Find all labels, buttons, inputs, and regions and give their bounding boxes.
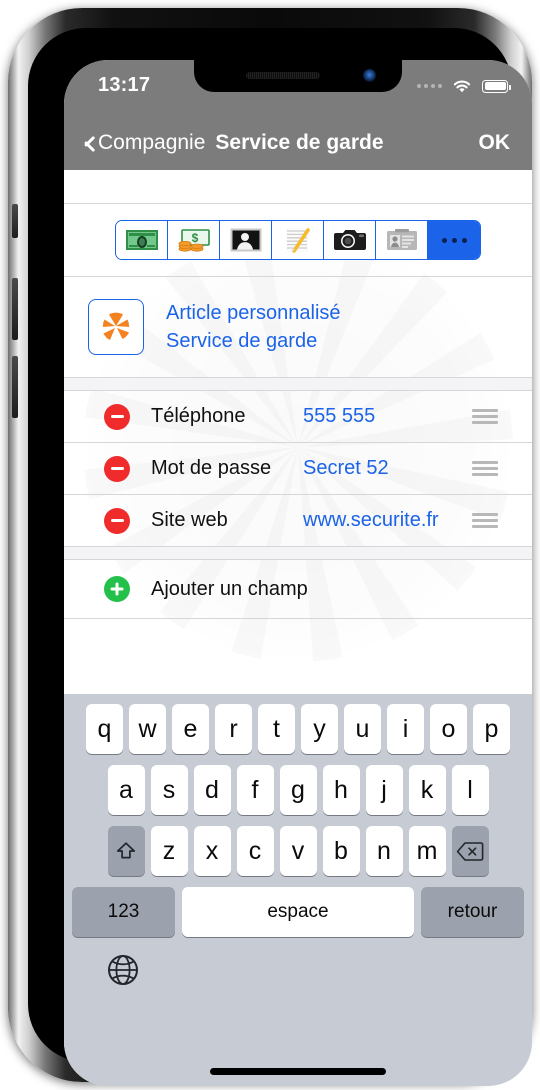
orange-pinwheel-icon xyxy=(88,299,144,355)
minus-circle-icon[interactable] xyxy=(104,403,130,430)
section-gap xyxy=(64,378,532,390)
key-d[interactable]: d xyxy=(193,765,231,815)
key-t[interactable]: t xyxy=(258,704,295,754)
key-l[interactable]: l xyxy=(451,765,489,815)
custom-item-texts: Article personnalisé Service de garde xyxy=(166,302,341,353)
key-e[interactable]: e xyxy=(172,704,209,754)
keyboard-row-1: qwertyuiop xyxy=(64,704,532,754)
table-row[interactable]: Téléphone 555 555 xyxy=(64,391,532,442)
key-v[interactable]: v xyxy=(279,826,317,876)
table-row[interactable]: Mot de passe Secret 52 xyxy=(64,443,532,494)
key-j[interactable]: j xyxy=(365,765,403,815)
key-a[interactable]: a xyxy=(107,765,145,815)
field-value[interactable]: Secret 52 xyxy=(303,457,389,480)
content-area: $ Article personnalisé Service de garde … xyxy=(64,170,532,694)
table-row[interactable]: Site web www.securite.fr xyxy=(64,495,532,546)
back-button-label: Compagnie xyxy=(98,131,206,154)
notepad-pencil-icon[interactable] xyxy=(272,221,324,259)
field-label: Site web xyxy=(151,509,228,531)
key-m[interactable]: m xyxy=(408,826,446,876)
key-r[interactable]: r xyxy=(215,704,252,754)
icon-toolbar-container: $ xyxy=(64,204,532,276)
numbers-key[interactable]: 123 xyxy=(72,887,175,937)
key-f[interactable]: f xyxy=(236,765,274,815)
navigation-bar: Compagnie Service de garde OK xyxy=(64,116,532,170)
key-k[interactable]: k xyxy=(408,765,446,815)
signal-dots-icon xyxy=(417,84,442,88)
reorder-handle-icon[interactable] xyxy=(472,513,498,528)
key-p[interactable]: p xyxy=(473,704,510,754)
add-field-row[interactable]: Ajouter un champ xyxy=(64,560,532,618)
key-o[interactable]: o xyxy=(430,704,467,754)
key-b[interactable]: b xyxy=(322,826,360,876)
back-button[interactable]: Compagnie xyxy=(80,131,205,155)
field-label: Mot de passe xyxy=(151,457,272,479)
more-dots-icon[interactable] xyxy=(428,221,480,259)
space-key[interactable]: espace xyxy=(182,887,414,937)
key-c[interactable]: c xyxy=(236,826,274,876)
minus-circle-icon[interactable] xyxy=(104,455,130,482)
key-s[interactable]: s xyxy=(150,765,188,815)
status-time: 13:17 xyxy=(98,74,151,96)
field-value[interactable]: www.securite.fr xyxy=(303,509,439,532)
volume-up-button[interactable] xyxy=(12,278,18,340)
status-indicators xyxy=(417,78,511,94)
shift-up-arrow-icon xyxy=(116,842,136,859)
key-w[interactable]: w xyxy=(129,704,166,754)
reorder-handle-icon[interactable] xyxy=(472,461,498,476)
keyboard-bottom-row xyxy=(64,937,532,1003)
phone-body: 13:17 Compagnie Service de garde OK $ Ar… xyxy=(28,28,532,1086)
backspace-delete-icon xyxy=(456,841,484,861)
page-title: Service de garde xyxy=(215,131,384,154)
field-label: Téléphone xyxy=(151,405,246,427)
backspace-key[interactable] xyxy=(451,826,489,876)
on-screen-keyboard: qwertyuiop asdfghjkl zxcvbnm 123 espace … xyxy=(64,694,532,1086)
keyboard-row-4: 123 espace retour xyxy=(64,887,532,937)
minus-circle-icon[interactable] xyxy=(104,507,130,534)
phone-screen: 13:17 Compagnie Service de garde OK $ Ar… xyxy=(64,60,532,1086)
section-gap xyxy=(64,547,532,559)
phone-frame: 13:17 Compagnie Service de garde OK $ Ar… xyxy=(8,8,532,1086)
reorder-handle-icon[interactable] xyxy=(472,409,498,424)
done-button[interactable]: OK xyxy=(479,131,511,155)
key-z[interactable]: z xyxy=(150,826,188,876)
speaker-grille xyxy=(246,72,320,79)
return-key[interactable]: retour xyxy=(421,887,524,937)
key-i[interactable]: i xyxy=(387,704,424,754)
key-h[interactable]: h xyxy=(322,765,360,815)
money-coins-icon[interactable]: $ xyxy=(168,221,220,259)
key-g[interactable]: g xyxy=(279,765,317,815)
camera-icon[interactable] xyxy=(324,221,376,259)
key-q[interactable]: q xyxy=(86,704,123,754)
custom-item-header[interactable]: Article personnalisé Service de garde xyxy=(64,277,532,377)
globe-language-icon[interactable] xyxy=(106,953,140,987)
custom-item-type: Article personnalisé xyxy=(166,301,341,324)
id-card-icon[interactable] xyxy=(376,221,428,259)
icon-toolbar[interactable]: $ xyxy=(115,220,481,260)
plus-circle-icon[interactable] xyxy=(104,576,130,602)
front-camera-icon xyxy=(363,69,376,82)
key-y[interactable]: y xyxy=(301,704,338,754)
key-n[interactable]: n xyxy=(365,826,403,876)
svg-text:$: $ xyxy=(191,231,198,245)
chevron-left-icon xyxy=(80,132,93,154)
key-x[interactable]: x xyxy=(193,826,231,876)
custom-item-name: Service de garde xyxy=(166,329,318,352)
keyboard-row-3: zxcvbnm xyxy=(64,826,532,876)
wifi-icon xyxy=(453,80,471,93)
keyboard-row-2: asdfghjkl xyxy=(64,765,532,815)
add-field-label: Ajouter un champ xyxy=(151,577,308,600)
volume-down-button[interactable] xyxy=(12,356,18,418)
home-indicator[interactable] xyxy=(210,1068,386,1075)
field-value[interactable]: 555 555 xyxy=(303,405,375,428)
shift-key[interactable] xyxy=(107,826,145,876)
silent-switch[interactable] xyxy=(12,204,18,238)
key-u[interactable]: u xyxy=(344,704,381,754)
portrait-photo-icon[interactable] xyxy=(220,221,272,259)
notch xyxy=(194,60,402,92)
battery-icon xyxy=(482,79,511,93)
divider xyxy=(64,618,532,619)
banknote-icon[interactable] xyxy=(116,221,168,259)
